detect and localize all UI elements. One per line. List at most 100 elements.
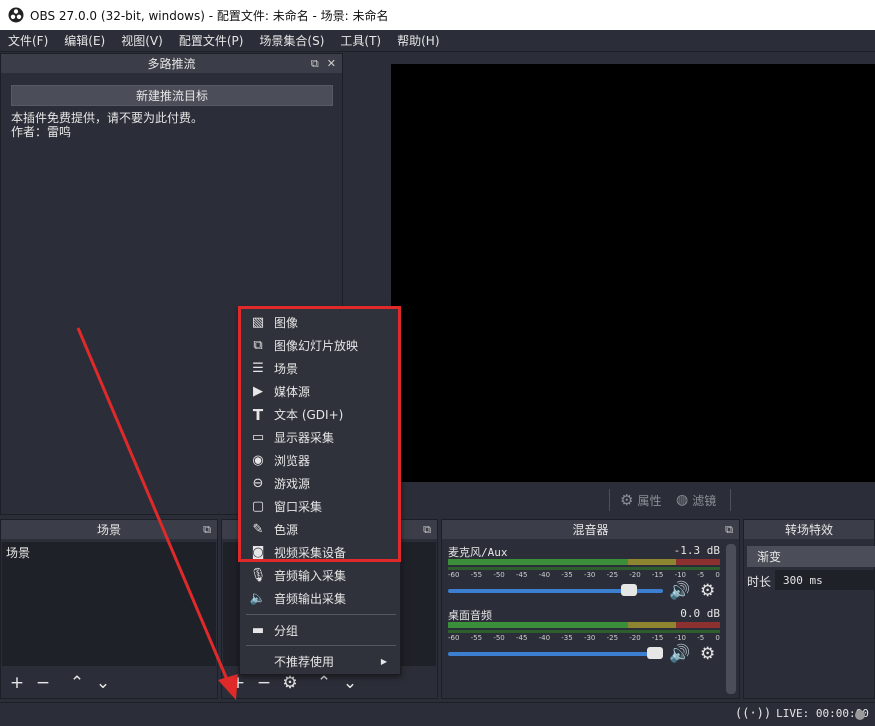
move-down-button[interactable]: ⌄: [340, 673, 360, 693]
transitions-dock-header: 转场特效: [744, 520, 874, 540]
volume-meter-peak: [448, 630, 720, 633]
duration-input[interactable]: 300 ms: [775, 570, 875, 590]
mixer-dock-title: 混音器: [572, 523, 609, 537]
close-icon[interactable]: ✕: [327, 57, 336, 71]
filters-button[interactable]: ◍ 滤镜: [676, 489, 716, 511]
plugin-author-line: 作者：雷鸣: [11, 125, 72, 139]
menu-profile[interactable]: 配置文件(P): [171, 32, 252, 49]
window-icon: ▢: [251, 499, 265, 514]
menu-item-deprecated[interactable]: 不推荐使用 ▶: [241, 650, 399, 673]
meter-ticks: -60 -55 -50 -45 -40 -35 -30 -25 -20 -15 -10 -5 0: [448, 634, 720, 642]
menu-item-window-capture[interactable]: ▢ 窗口采集: [241, 495, 399, 518]
plugin-note-line: 本插件免费提供，请不要为此付费。: [11, 111, 204, 125]
menu-item-slideshow[interactable]: ⧉ 图像幻灯片放映: [241, 334, 399, 357]
undock-icon[interactable]: ⧉: [203, 523, 211, 537]
camera-icon: ◙: [251, 545, 265, 560]
audio-mixer-dock: 混音器 ⧉ 麦克风/Aux -1.3 dB -60 -55 -50 -45 -40 -35…: [441, 519, 740, 699]
undock-icon[interactable]: ⧉: [423, 523, 431, 537]
scenes-dock: 场景 ⧉ 场景 + − ⌃ ⌄: [0, 519, 218, 699]
filter-icon: ◍: [676, 492, 689, 508]
menu-item-media-source[interactable]: ▶ 媒体源: [241, 380, 399, 403]
brush-icon: ✎: [252, 522, 264, 537]
speaker-icon[interactable]: 🔊: [669, 644, 690, 664]
remove-source-button[interactable]: −: [254, 673, 274, 693]
filters-label: 滤镜: [692, 493, 717, 508]
source-settings-gear-icon[interactable]: ⚙: [280, 673, 300, 693]
volume-meter: [448, 622, 720, 628]
menu-help[interactable]: 帮助(H): [389, 32, 447, 49]
menu-tools[interactable]: 工具(T): [332, 32, 389, 49]
scene-transitions-dock: 转场特效 渐变 时长 300 ms: [743, 519, 875, 699]
menu-item-color-source[interactable]: ✎ 色源: [241, 518, 399, 541]
status-bar: ((·)) LIVE: 00:00:00: [0, 702, 875, 726]
scenes-dock-header: 场景 ⧉: [1, 520, 217, 540]
menu-item-browser[interactable]: ◉ 浏览器: [241, 449, 399, 472]
add-source-button[interactable]: +: [228, 673, 248, 693]
gamepad-icon: ⊖: [252, 476, 264, 491]
record-indicator-icon: [855, 710, 865, 720]
move-down-button[interactable]: ⌄: [93, 673, 113, 693]
gear-icon: ⚙: [620, 491, 634, 509]
volume-slider-knob[interactable]: [647, 647, 663, 659]
globe-icon: ◉: [252, 453, 264, 468]
window-title-bar: OBS 27.0.0 (32-bit, windows) - 配置文件: 未命名…: [0, 0, 875, 30]
text-icon: T: [252, 405, 264, 424]
preview-canvas[interactable]: [391, 64, 875, 482]
menu-item-game-capture[interactable]: ⊖ 游戏源: [241, 472, 399, 495]
undock-icon[interactable]: ⧉: [725, 523, 733, 537]
toolbar-separator: [730, 489, 731, 511]
slideshow-icon: ⧉: [253, 338, 263, 353]
toolbar-separator: [609, 489, 610, 511]
channel-db: -1.3 dB: [673, 544, 720, 557]
menu-item-text-gdi[interactable]: T 文本 (GDI+): [241, 403, 399, 426]
live-status: ((·)) LIVE: 00:00:00: [735, 706, 869, 720]
volume-slider-knob[interactable]: [621, 584, 638, 596]
duration-label: 时长: [747, 575, 772, 589]
volume-slider[interactable]: [448, 584, 663, 596]
menu-scene-collection[interactable]: 场景集合(S): [251, 32, 332, 49]
menu-item-display-capture[interactable]: ▭ 显示器采集: [241, 426, 399, 449]
channel-db: 0.0 dB: [680, 607, 720, 620]
plugin-note: 本插件免费提供，请不要为此付费。 作者：雷鸣: [11, 111, 203, 139]
volume-slider[interactable]: [448, 647, 663, 659]
properties-label: 属性: [637, 493, 662, 508]
speaker-icon[interactable]: 🔊: [669, 581, 690, 601]
folder-icon: ▬: [251, 623, 265, 638]
volume-meter: [448, 559, 720, 565]
move-up-button[interactable]: ⌃: [67, 673, 87, 693]
remove-scene-button[interactable]: −: [33, 673, 53, 693]
meter-ticks: -60 -55 -50 -45 -40 -35 -30 -25 -20 -15 -10 -5 0: [448, 571, 720, 579]
multistream-dock-header: 多路推流 ⧉ ✕: [1, 54, 342, 74]
menu-edit[interactable]: 编辑(E): [56, 32, 113, 49]
scene-list-item[interactable]: 场景: [6, 544, 30, 561]
menu-item-scene[interactable]: ☰ 场景: [241, 357, 399, 380]
channel-name: 麦克风/Aux: [448, 546, 508, 559]
scenes-toolbar: + − ⌃ ⌄: [1, 668, 217, 698]
add-source-context-menu: ▧ 图像 ⧉ 图像幻灯片放映 ☰ 场景 ▶ 媒体源 T 文本 (GDI+) ▭ 显示器采集 …: [239, 307, 401, 675]
channel-name: 桌面音频: [448, 609, 492, 622]
menu-view[interactable]: 视图(V): [113, 32, 171, 49]
gear-icon[interactable]: ⚙: [700, 644, 715, 664]
undock-icon[interactable]: ⧉: [311, 57, 319, 71]
properties-button[interactable]: ⚙ 属性: [620, 489, 661, 511]
move-up-button[interactable]: ⌃: [314, 673, 334, 693]
menu-item-video-capture[interactable]: ◙ 视频采集设备: [241, 541, 399, 564]
menu-item-group[interactable]: ▬ 分组: [241, 619, 399, 642]
add-scene-button[interactable]: +: [7, 673, 27, 693]
menu-item-image[interactable]: ▧ 图像: [241, 311, 399, 334]
mixer-dock-header: 混音器 ⧉: [442, 520, 739, 540]
menu-item-audio-output[interactable]: 🔈 音频输出采集: [241, 587, 399, 610]
menu-bar: 文件(F) 编辑(E) 视图(V) 配置文件(P) 场景集合(S) 工具(T) …: [0, 30, 875, 52]
menu-separator: [246, 645, 396, 646]
multistream-dock-title: 多路推流: [147, 57, 196, 71]
monitor-icon: ▭: [251, 430, 265, 445]
gear-icon[interactable]: ⚙: [700, 581, 715, 601]
add-stream-target-button[interactable]: 新建推流目标: [11, 85, 333, 106]
submenu-arrow-icon: ▶: [380, 657, 387, 666]
microphone-icon: 🎙: [249, 568, 267, 583]
menu-file[interactable]: 文件(F): [0, 32, 56, 49]
mixer-scrollbar[interactable]: [726, 544, 736, 694]
transition-select[interactable]: 渐变: [747, 546, 875, 567]
scene-list-icon: ☰: [252, 361, 264, 376]
menu-item-audio-input[interactable]: 🎙 音频输入采集: [241, 564, 399, 587]
